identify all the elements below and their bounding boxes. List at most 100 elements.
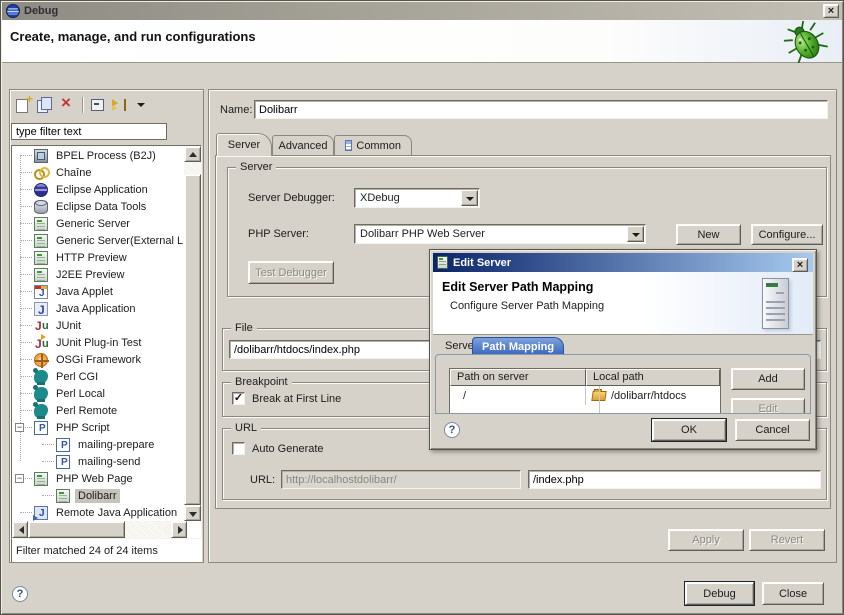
tree-item-icon bbox=[34, 353, 48, 367]
server-debugger-select[interactable]: XDebug bbox=[354, 188, 480, 208]
test-debugger-button[interactable]: Test Debugger bbox=[248, 261, 334, 284]
tree-item-icon bbox=[34, 421, 48, 435]
scroll-up-button[interactable] bbox=[184, 146, 201, 162]
tab-common-label: Common bbox=[356, 140, 401, 152]
filter-input[interactable] bbox=[11, 123, 167, 140]
collapse-expander-icon[interactable]: − bbox=[15, 423, 24, 432]
tree-item-icon bbox=[34, 387, 48, 401]
dialog-subheading: Configure Server Path Mapping bbox=[450, 300, 604, 312]
dialog-title: Edit Server bbox=[453, 257, 511, 269]
tree-item[interactable]: − Java Applet bbox=[12, 283, 183, 300]
collapse-expander-icon[interactable]: − bbox=[15, 474, 24, 483]
tree-item[interactable]: − Eclipse Application bbox=[12, 181, 183, 198]
duplicate-configuration-icon[interactable] bbox=[35, 96, 55, 114]
scroll-track[interactable] bbox=[184, 162, 201, 174]
edit-mapping-button[interactable]: Edit bbox=[731, 398, 805, 414]
dialog-tab-path-mapping[interactable]: Path Mapping bbox=[472, 337, 564, 355]
tree-item-icon bbox=[34, 268, 48, 282]
dialog-tab-path-mapping-label: Path Mapping bbox=[482, 341, 554, 353]
tree-item[interactable]: − Java Application bbox=[12, 300, 183, 317]
filter-menu-dropdown-icon[interactable] bbox=[132, 96, 144, 114]
tree-item[interactable]: − Generic Server(External La bbox=[12, 232, 183, 249]
scroll-track[interactable] bbox=[125, 521, 171, 538]
server-debugger-label: Server Debugger: bbox=[248, 192, 335, 204]
window-titlebar[interactable]: Debug × bbox=[2, 2, 842, 20]
php-server-select[interactable]: Dolibarr PHP Web Server bbox=[354, 224, 646, 244]
configure-server-button[interactable]: Configure... bbox=[751, 224, 823, 245]
tree-item[interactable]: − Generic Server bbox=[12, 215, 183, 232]
tree-item[interactable]: − PHP Script bbox=[12, 419, 183, 436]
auto-generate-label: Auto Generate bbox=[252, 443, 324, 455]
ok-button[interactable]: OK bbox=[652, 419, 726, 441]
path-mapping-row[interactable]: / /dolibarr/htdocs bbox=[450, 386, 720, 405]
tree-item[interactable]: − OSGi Framework bbox=[12, 351, 183, 368]
path-on-server-cell: / bbox=[450, 386, 586, 405]
scroll-down-button[interactable] bbox=[184, 505, 201, 521]
tree-item[interactable]: − Perl Remote bbox=[12, 402, 183, 419]
new-configuration-icon[interactable] bbox=[13, 96, 33, 114]
tree-item[interactable]: − HTTP Preview bbox=[12, 249, 183, 266]
window-close-button[interactable]: × bbox=[823, 4, 839, 18]
break-at-first-line-checkbox[interactable]: ✓ bbox=[232, 392, 245, 405]
tree-item-icon bbox=[34, 183, 48, 197]
tree-item-label: Java Applet bbox=[53, 285, 116, 299]
collapse-all-icon[interactable] bbox=[88, 96, 108, 114]
dialog-close-button[interactable]: × bbox=[792, 258, 808, 272]
scroll-left-button[interactable] bbox=[12, 521, 28, 538]
tree-item-icon bbox=[34, 404, 48, 418]
help-icon[interactable]: ? bbox=[12, 586, 28, 602]
name-input[interactable] bbox=[254, 100, 828, 119]
tree-item[interactable]: − Perl CGI bbox=[12, 368, 183, 385]
close-button[interactable]: Close bbox=[762, 582, 824, 605]
local-path-cell: /dolibarr/htdocs bbox=[586, 386, 720, 405]
url-path-input[interactable] bbox=[528, 470, 821, 489]
dialog-header-banner: Create, manage, and run configurations bbox=[2, 20, 842, 63]
tab-advanced[interactable]: Advanced bbox=[272, 135, 334, 155]
file-group-title: File bbox=[231, 322, 257, 334]
dialog-titlebar[interactable]: Edit Server × bbox=[433, 253, 813, 272]
tree-item[interactable]: − mailing-prepare bbox=[12, 436, 183, 453]
tree-item[interactable]: − Chaîne bbox=[12, 164, 183, 181]
chevron-down-icon[interactable] bbox=[461, 190, 478, 206]
tree-item[interactable]: − Perl Local bbox=[12, 385, 183, 402]
delete-configuration-icon[interactable] bbox=[57, 96, 77, 114]
tree-item-label: Eclipse Application bbox=[53, 183, 151, 197]
scroll-thumb[interactable] bbox=[28, 521, 125, 538]
cancel-button[interactable]: Cancel bbox=[735, 419, 810, 441]
chevron-down-icon[interactable] bbox=[627, 226, 644, 242]
page-title: Create, manage, and run configurations bbox=[10, 29, 256, 44]
scroll-thumb[interactable] bbox=[184, 174, 201, 505]
tree-item[interactable]: − BPEL Process (B2J) bbox=[12, 147, 183, 164]
dialog-help-icon[interactable]: ? bbox=[444, 422, 460, 438]
new-server-button[interactable]: New bbox=[676, 224, 741, 245]
path-on-server-header[interactable]: Path on server bbox=[450, 369, 586, 386]
column-divider bbox=[599, 386, 600, 414]
tree-item-label: Java Application bbox=[53, 302, 139, 316]
debug-button[interactable]: Debug bbox=[685, 582, 754, 605]
tree-item[interactable]: − Dolibarr bbox=[12, 487, 183, 504]
tree-item-icon bbox=[34, 234, 48, 248]
add-mapping-button[interactable]: Add bbox=[731, 368, 805, 390]
tree-item[interactable]: − Eclipse Data Tools bbox=[12, 198, 183, 215]
tree-item[interactable]: − J2EE Preview bbox=[12, 266, 183, 283]
tree-item[interactable]: − JUnit bbox=[12, 317, 183, 334]
php-server-label: PHP Server: bbox=[248, 228, 309, 240]
tab-common[interactable]: Common bbox=[334, 135, 412, 155]
scroll-right-button[interactable] bbox=[171, 521, 187, 538]
tree-item-icon bbox=[34, 285, 48, 299]
tree-horizontal-scrollbar[interactable] bbox=[12, 521, 187, 538]
auto-generate-checkbox[interactable] bbox=[232, 442, 245, 455]
local-path-header[interactable]: Local path bbox=[586, 369, 720, 386]
apply-button[interactable]: Apply bbox=[668, 529, 744, 551]
filter-icon[interactable] bbox=[110, 96, 130, 114]
tree-item-label: Perl Remote bbox=[53, 404, 120, 418]
tree-vertical-scrollbar[interactable] bbox=[184, 146, 201, 521]
tree-item[interactable]: − mailing-send bbox=[12, 453, 183, 470]
url-base-input bbox=[281, 470, 521, 489]
tab-server[interactable]: Server bbox=[216, 133, 272, 156]
revert-button[interactable]: Revert bbox=[749, 529, 825, 551]
tree-item[interactable]: − PHP Web Page bbox=[12, 470, 183, 487]
tree-item[interactable]: − JUnit Plug-in Test bbox=[12, 334, 183, 351]
tree-item[interactable]: − Remote Java Application bbox=[12, 504, 183, 521]
tree-item-icon bbox=[34, 217, 48, 231]
